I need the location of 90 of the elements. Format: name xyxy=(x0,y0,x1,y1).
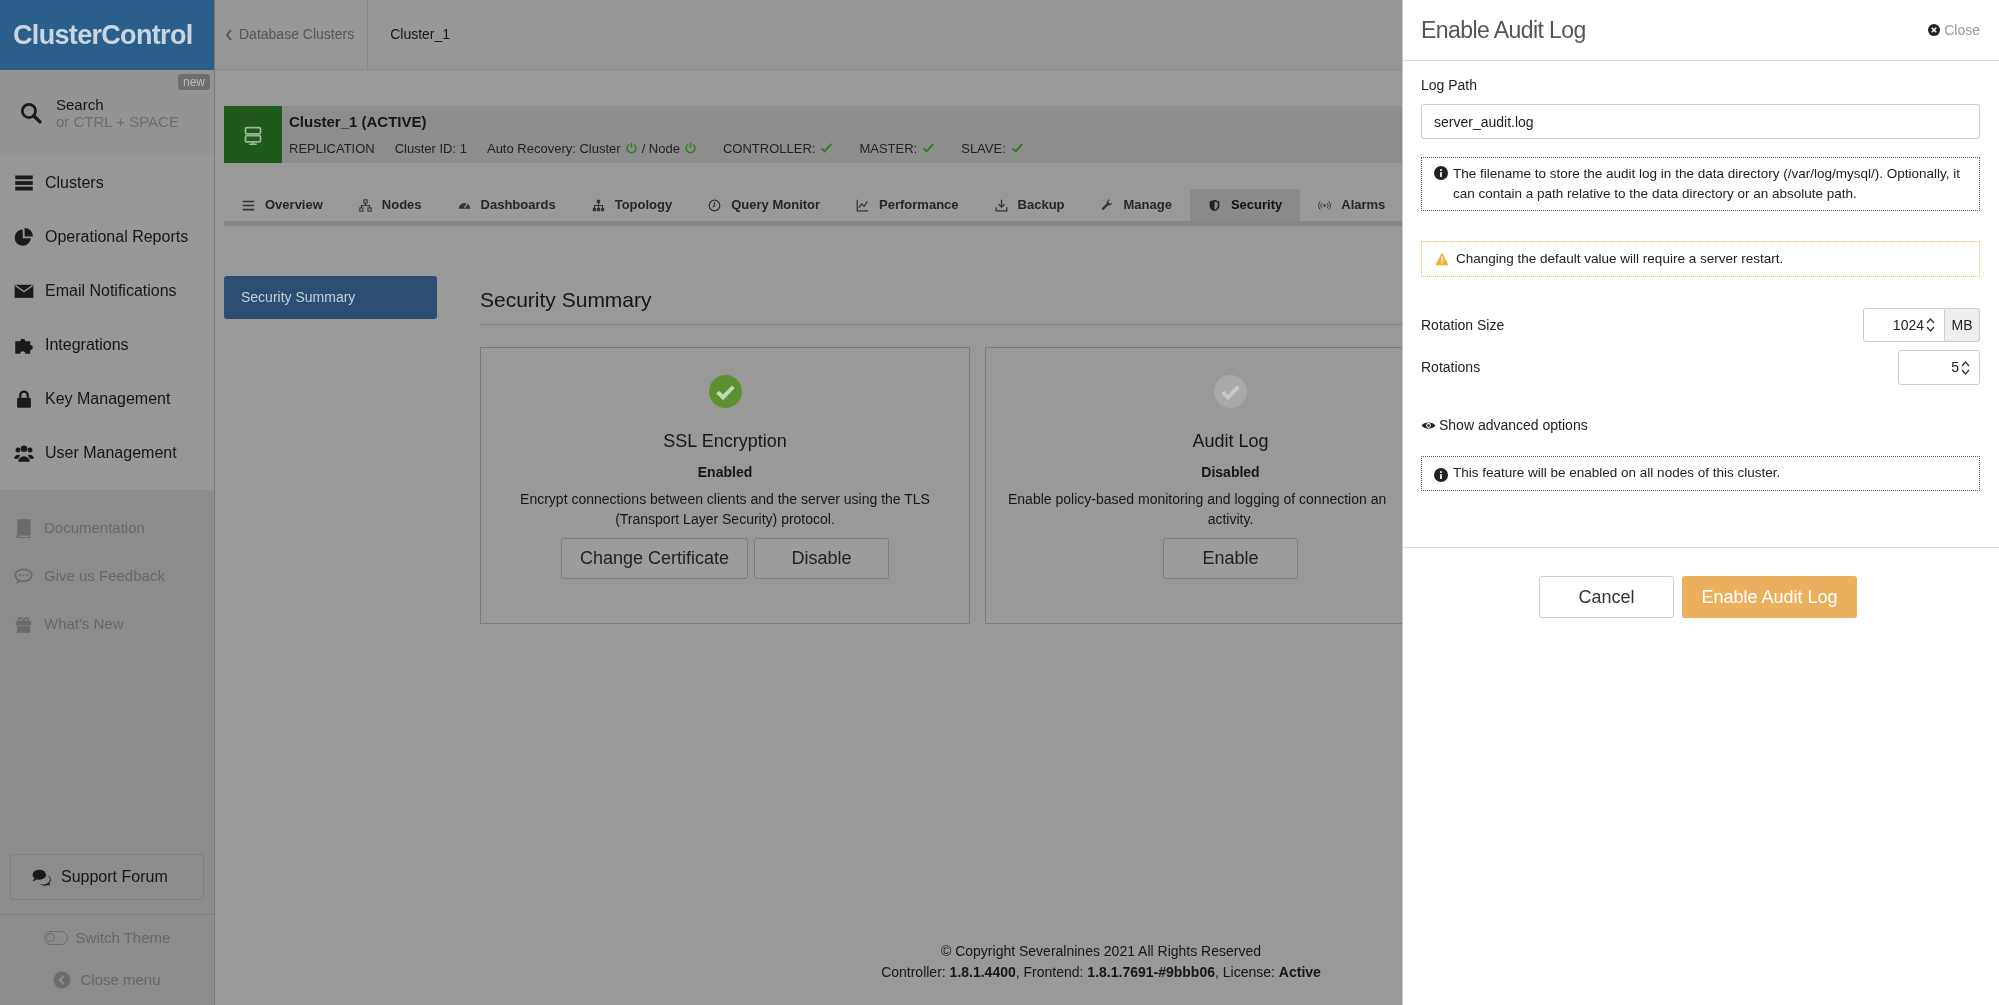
nav-tab[interactable]: Overview xyxy=(224,189,341,221)
card-description: activity. xyxy=(1207,509,1254,529)
rotation-size-input[interactable]: 1024 xyxy=(1863,308,1945,342)
card-status: Disabled xyxy=(1201,462,1260,482)
sidebar-item[interactable]: Key Management xyxy=(0,372,214,426)
gift-icon xyxy=(14,614,33,634)
power-icon xyxy=(624,141,638,155)
info-icon xyxy=(1434,166,1448,180)
status-label: MASTER: xyxy=(859,139,918,158)
copyright-text: © Copyright Severalnines 2021 All Rights Reserved xyxy=(940,942,1261,961)
status-label: CONTROLLER: xyxy=(722,139,816,158)
hierarchy-icon xyxy=(358,198,372,212)
chat-bubbles-icon xyxy=(31,868,51,886)
field-label: Rotations xyxy=(1421,358,1481,377)
shield-icon xyxy=(1207,198,1221,212)
subnav-item[interactable]: Security Summary xyxy=(224,276,437,319)
search-label: Search xyxy=(56,96,105,113)
nav-tab[interactable]: Nodes xyxy=(340,189,440,221)
card-title: Audit Log xyxy=(1192,429,1269,453)
section-title: Security Summary xyxy=(480,287,653,313)
check-icon xyxy=(922,142,936,155)
cluster-title: Cluster_1 (ACTIVE) xyxy=(289,112,428,132)
nav-tab[interactable]: Manage xyxy=(1082,189,1190,221)
wrench-icon xyxy=(1100,198,1114,212)
spinner-arrows-icon xyxy=(1926,317,1935,333)
breadcrumb-current: Cluster_1 xyxy=(389,25,451,44)
close-button[interactable]: Close xyxy=(1928,19,1980,41)
cancel-button[interactable]: Cancel xyxy=(1539,576,1674,618)
close-icon xyxy=(1928,24,1941,36)
lock-icon xyxy=(14,389,34,409)
show-advanced-link[interactable]: Show advanced options xyxy=(1421,415,1588,436)
book-icon xyxy=(14,518,33,538)
nav-tab[interactable]: Performance xyxy=(838,189,977,221)
auto-recovery-node-label: / Node xyxy=(641,139,680,158)
unit-label: MB xyxy=(1945,308,1980,342)
check-icon xyxy=(1010,142,1024,155)
eye-icon xyxy=(1421,420,1436,431)
sidebar-item[interactable]: Operational Reports xyxy=(0,210,214,264)
rotations-input[interactable]: 5 xyxy=(1898,350,1980,385)
sidebar-item[interactable]: Clusters xyxy=(0,156,214,210)
nav-tab[interactable]: Query Monitor xyxy=(690,189,839,221)
broadcast-icon xyxy=(1318,198,1332,212)
nav-tab[interactable]: Backup xyxy=(976,189,1083,221)
sitemap-icon xyxy=(591,198,605,212)
pie-chart-icon xyxy=(14,227,34,247)
users-icon xyxy=(14,443,34,463)
chevron-left-icon xyxy=(53,971,72,989)
cluster-id: Cluster ID: 1 xyxy=(394,139,467,158)
cluster-type: REPLICATION xyxy=(289,139,375,158)
field-label: Rotation Size xyxy=(1421,315,1505,335)
log-path-input[interactable]: server_audit.log xyxy=(1421,104,1980,139)
power-icon xyxy=(683,141,697,155)
sidebar-item[interactable]: User Management xyxy=(0,426,214,480)
chevron-left-icon xyxy=(225,28,233,41)
status-label: SLAVE: xyxy=(961,139,1006,158)
card-action-button[interactable]: Enable xyxy=(1163,537,1298,579)
check-icon xyxy=(820,142,834,155)
download-icon xyxy=(994,198,1008,212)
nav-tab[interactable]: Security xyxy=(1189,189,1301,221)
new-badge: new xyxy=(178,74,210,90)
nav-tab[interactable]: Alarms xyxy=(1300,189,1402,221)
search-icon xyxy=(20,102,42,124)
card-action-button[interactable]: Change Certificate xyxy=(560,537,749,579)
field-label: Log Path xyxy=(1421,76,1479,95)
auto-recovery-label: Auto Recovery: Cluster xyxy=(486,139,621,158)
clock-icon xyxy=(708,198,722,212)
server-icon xyxy=(243,124,263,145)
version-info: Controller: 1.8.1.4400, Frontend: 1.8.1.7691-#9bbb06, License: Active xyxy=(881,963,1321,982)
sidebar-item[interactable]: Email Notifications xyxy=(0,264,214,318)
support-forum-button[interactable]: Support Forum xyxy=(10,854,204,900)
nav-tab[interactable]: Topology xyxy=(573,189,691,221)
spinner-arrows-icon xyxy=(1961,359,1970,376)
card-description: Enable policy-based monitoring and logging of connection an xyxy=(1007,489,1387,509)
info-icon xyxy=(1434,467,1448,482)
sidebar-item[interactable]: Integrations xyxy=(0,318,214,372)
card-description: Encrypt connections between clients and the server using the TLS xyxy=(520,489,930,509)
card-description: (Transport Layer Security) protocol. xyxy=(615,509,835,529)
list-icon xyxy=(242,198,255,212)
card-status: Enabled xyxy=(697,462,753,482)
warning-icon xyxy=(1434,252,1450,266)
panel-title: Enable Audit Log xyxy=(1421,15,1586,45)
warning-message: Changing the default value will require a server restart. xyxy=(1456,249,1784,268)
line-chart-icon xyxy=(856,198,870,212)
servers-icon xyxy=(14,173,34,193)
info-message: This feature will be enabled on all nodes of this cluster. xyxy=(1453,464,1781,483)
speech-bubble-icon xyxy=(14,566,33,586)
info-message: The filename to store the audit log in the data directory (/var/log/mysql/). Optionally, it can contain a path relative to the data directory or an absolute path. xyxy=(1453,165,1961,203)
nav-tab[interactable]: Dashboards xyxy=(439,189,574,221)
card-action-button[interactable]: Disable xyxy=(754,537,890,579)
card-title: SSL Encryption xyxy=(663,429,787,453)
